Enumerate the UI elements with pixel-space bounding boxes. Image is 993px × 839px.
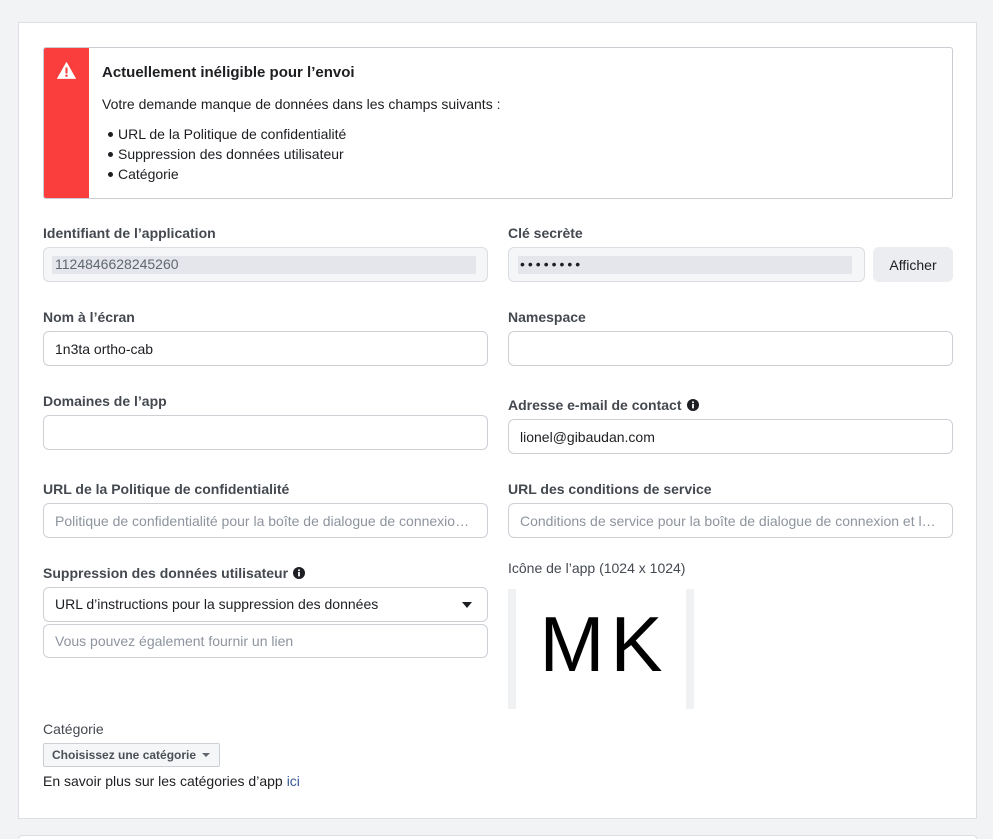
app-domains-label: Domaines de l’app [43, 393, 167, 409]
app-id-field[interactable]: 1124846628245260 [43, 247, 488, 282]
category-label: Catégorie [43, 721, 104, 737]
app-secret-value: •••••••• [520, 256, 584, 272]
chevron-down-icon [202, 753, 211, 757]
ineligible-alert: Actuellement inéligible pour l’envoi Vot… [43, 47, 953, 199]
privacy-policy-input[interactable] [43, 503, 488, 538]
app-id-value: 1124846628245260 [55, 256, 179, 272]
data-deletion-select[interactable]: URL d’instructions pour la suppression d… [43, 587, 488, 622]
app-id-label: Identifiant de l’application [43, 225, 216, 241]
contact-email-label: Adresse e-mail de contact [508, 397, 699, 413]
terms-input[interactable] [508, 503, 953, 538]
alert-message: Votre demande manque de données dans les… [102, 96, 501, 112]
app-icon-image[interactable]: MK [508, 589, 694, 709]
info-icon[interactable] [293, 567, 306, 579]
alert-stripe [44, 48, 89, 198]
caret-down-icon [462, 602, 472, 608]
app-icon-canvas: MK [516, 589, 686, 709]
category-help-text: En savoir plus sur les catégories d’app [43, 773, 283, 789]
show-secret-button[interactable]: Afficher [873, 247, 953, 282]
terms-label: URL des conditions de service [508, 481, 712, 497]
app-domains-input[interactable] [43, 415, 488, 450]
missing-field-item: URL de la Politique de confidentialité [102, 124, 346, 144]
alert-title: Actuellement inéligible pour l’envoi [102, 64, 355, 81]
contact-email-input[interactable] [508, 419, 953, 454]
warning-icon [57, 62, 76, 79]
category-help: En savoir plus sur les catégories d’app i… [43, 773, 300, 789]
missing-field-item: Suppression des données utilisateur [102, 144, 346, 164]
privacy-policy-label: URL de la Politique de confidentialité [43, 481, 290, 497]
data-deletion-label: Suppression des données utilisateur [43, 565, 306, 581]
app-icon-lettering: MK [539, 600, 669, 688]
namespace-label: Namespace [508, 309, 586, 325]
app-secret-label: Clé secrète [508, 225, 583, 241]
category-select-label: Choisissez une catégorie [52, 748, 197, 762]
info-icon[interactable] [686, 399, 699, 411]
app-icon-label: Icône de l’app (1024 x 1024) [508, 560, 686, 576]
display-name-label: Nom à l’écran [43, 309, 135, 325]
data-deletion-label-text: Suppression des données utilisateur [43, 565, 289, 581]
category-select-button[interactable]: Choisissez une catégorie [43, 743, 221, 767]
missing-field-item: Catégorie [102, 164, 346, 184]
namespace-input[interactable] [508, 331, 953, 366]
data-deletion-link-input[interactable] [43, 624, 488, 658]
app-secret-field[interactable]: •••••••• [508, 247, 865, 282]
display-name-input[interactable] [43, 331, 488, 366]
contact-email-label-text: Adresse e-mail de contact [508, 397, 682, 413]
missing-fields-list: URL de la Politique de confidentialité S… [102, 124, 346, 184]
category-help-link[interactable]: ici [287, 773, 300, 789]
data-deletion-selected: URL d’instructions pour la suppression d… [55, 596, 379, 612]
next-panel [18, 835, 977, 839]
